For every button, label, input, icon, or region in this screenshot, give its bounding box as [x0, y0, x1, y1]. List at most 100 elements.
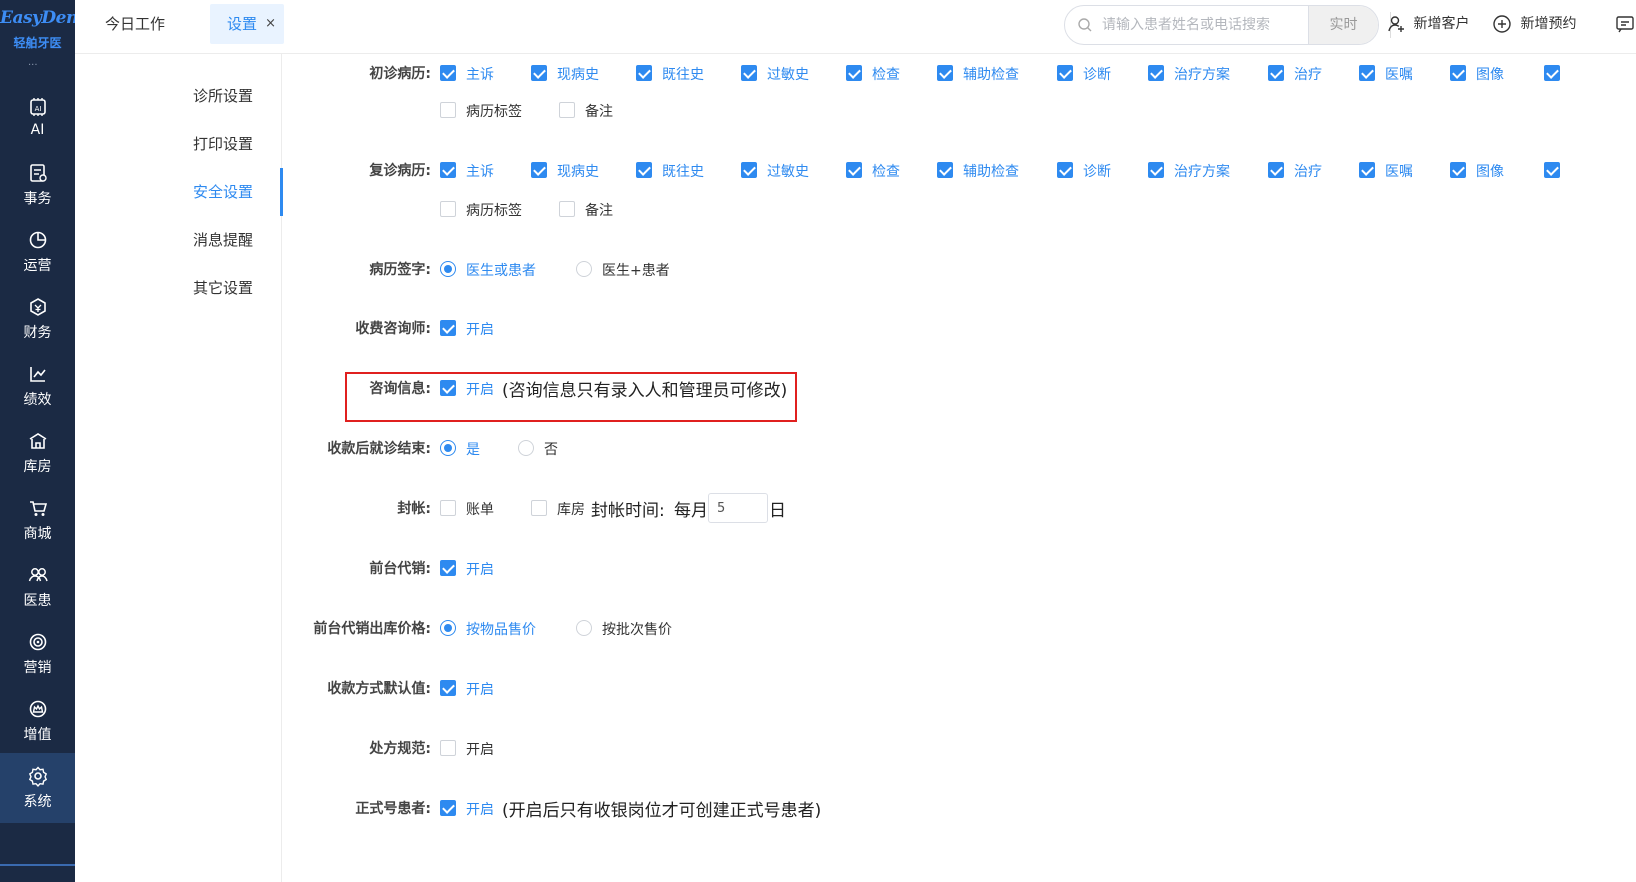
option-label: 诊断	[1083, 67, 1111, 83]
checkbox[interactable]	[440, 500, 456, 516]
sidebar-item-performance[interactable]: 绩效	[0, 351, 75, 421]
option-label: 检查	[872, 67, 900, 83]
checkbox[interactable]	[440, 320, 456, 336]
sidebar-item-label: 库房	[23, 459, 52, 475]
option-label: 主诉	[466, 67, 494, 83]
task-icon	[29, 164, 47, 182]
sidebar-item-tasks[interactable]: 事务	[0, 150, 75, 220]
option-label: 库房	[557, 502, 585, 518]
seal-account-row: 封帐: 账单 库房 封帐时间: 每月 日	[282, 493, 1636, 523]
radio[interactable]	[440, 620, 456, 636]
end-visit-label: 收款后就诊结束:	[327, 441, 431, 457]
subnav-other-settings[interactable]: 其它设置	[75, 264, 282, 312]
payment-default-label: 收款方式默认值:	[327, 681, 431, 697]
target-icon	[29, 633, 46, 651]
sidebar-item-ai[interactable]: AI AI	[0, 84, 75, 154]
subnav-clinic-settings[interactable]: 诊所设置	[75, 72, 282, 120]
sidebar-item-finance[interactable]: 财务	[0, 284, 75, 354]
checkbox[interactable]	[937, 65, 953, 81]
tab-settings[interactable]: 设置 ×	[210, 4, 284, 44]
consign-price-row: 前台代销出库价格: 按物品售价 按批次售价	[282, 613, 1636, 643]
sidebar-item-system[interactable]: 系统	[0, 753, 75, 823]
return-visit-record-label: 复诊病历:	[369, 163, 431, 179]
radio[interactable]	[440, 261, 456, 277]
option-label: 主诉	[466, 164, 494, 180]
checkbox[interactable]	[440, 162, 456, 178]
radio[interactable]	[518, 440, 534, 456]
checkbox[interactable]	[440, 560, 456, 576]
add-customer-button[interactable]: 新增客户	[1387, 13, 1469, 35]
option-label: 否	[544, 442, 558, 458]
checkbox[interactable]	[1148, 65, 1164, 81]
payment-default-row: 收款方式默认值: 开启	[282, 673, 1636, 703]
option-label: 病历标签	[466, 104, 522, 120]
checkbox[interactable]	[440, 800, 456, 816]
checkbox[interactable]	[1268, 162, 1284, 178]
return-visit-record-row: 复诊病历: 主诉 现病史 既往史 过敏史 检查 辅助检查 诊断 治疗方案 治疗 医嘱 图像	[282, 155, 1636, 185]
checkbox[interactable]	[741, 65, 757, 81]
checkbox[interactable]	[1268, 65, 1284, 81]
search-input[interactable]	[1102, 6, 1297, 44]
checkbox[interactable]	[440, 201, 456, 217]
sidebar-item-mall[interactable]: 商城	[0, 485, 75, 555]
sidebar-item-patients[interactable]: 医患	[0, 552, 75, 622]
sidebar-item-value-added[interactable]: 增值	[0, 686, 75, 756]
checkbox[interactable]	[1359, 162, 1375, 178]
checkbox[interactable]	[440, 102, 456, 118]
checkbox[interactable]	[1148, 162, 1164, 178]
checkbox[interactable]	[846, 162, 862, 178]
checkbox[interactable]	[531, 65, 547, 81]
seal-day-input[interactable]	[708, 493, 768, 523]
checkbox[interactable]	[559, 201, 575, 217]
checkbox[interactable]	[741, 162, 757, 178]
sidebar-item-label: 运营	[23, 258, 52, 274]
checkbox[interactable]	[636, 65, 652, 81]
tab-today-work[interactable]: 今日工作	[105, 4, 165, 44]
checkbox[interactable]	[1544, 65, 1560, 81]
radio[interactable]	[576, 261, 592, 277]
option-label: 开启	[466, 742, 494, 758]
checkbox[interactable]	[1359, 65, 1375, 81]
formal-patient-row: 正式号患者: 开启 (开启后只有收银岗位才可创建正式号患者)	[282, 793, 1636, 823]
patient-search: 实时	[1064, 5, 1379, 45]
checkbox[interactable]	[531, 162, 547, 178]
sidebar-item-marketing[interactable]: 营销	[0, 619, 75, 689]
option-label: 账单	[466, 502, 494, 518]
tab-settings-label: 设置	[227, 15, 258, 33]
sidebar-item-operations[interactable]: 运营	[0, 217, 75, 287]
checkbox[interactable]	[559, 102, 575, 118]
checkbox[interactable]	[846, 65, 862, 81]
add-customer-label: 新增客户	[1413, 16, 1470, 32]
formal-patient-note: (开启后只有收银岗位才可创建正式号患者)	[502, 801, 822, 821]
subnav-message-reminder[interactable]: 消息提醒	[75, 216, 282, 264]
checkbox[interactable]	[1544, 162, 1560, 178]
checkbox[interactable]	[1450, 162, 1466, 178]
checkbox[interactable]	[440, 740, 456, 756]
checkbox[interactable]	[440, 680, 456, 696]
seal-time-label: 封帐时间:	[591, 501, 665, 521]
close-icon[interactable]: ×	[265, 4, 276, 44]
checkbox[interactable]	[1450, 65, 1466, 81]
checkbox[interactable]	[531, 500, 547, 516]
seal-day-unit: 日	[769, 501, 786, 521]
app-logo[interactable]: EasyDent 轻舶牙医	[0, 0, 86, 54]
add-appointment-button[interactable]: 新增预约	[1492, 13, 1576, 35]
radio[interactable]	[576, 620, 592, 636]
sidebar-item-label: 医患	[23, 593, 52, 609]
option-label: 辅助检查	[963, 67, 1019, 83]
option-label: 既往史	[662, 67, 704, 83]
checkbox[interactable]	[1057, 65, 1073, 81]
message-button[interactable]	[1615, 13, 1636, 35]
warehouse-icon	[29, 433, 46, 449]
sidebar-item-warehouse[interactable]: 库房	[0, 418, 75, 488]
radio[interactable]	[440, 440, 456, 456]
subnav-security-settings[interactable]: 安全设置	[75, 168, 283, 216]
checkbox[interactable]	[440, 65, 456, 81]
scroll-indicator: ···	[28, 60, 38, 71]
search-mode-button[interactable]: 实时	[1308, 6, 1378, 44]
checkbox[interactable]	[937, 162, 953, 178]
option-label: 开启	[466, 802, 494, 818]
subnav-print-settings[interactable]: 打印设置	[75, 120, 282, 168]
checkbox[interactable]	[636, 162, 652, 178]
checkbox[interactable]	[1057, 162, 1073, 178]
